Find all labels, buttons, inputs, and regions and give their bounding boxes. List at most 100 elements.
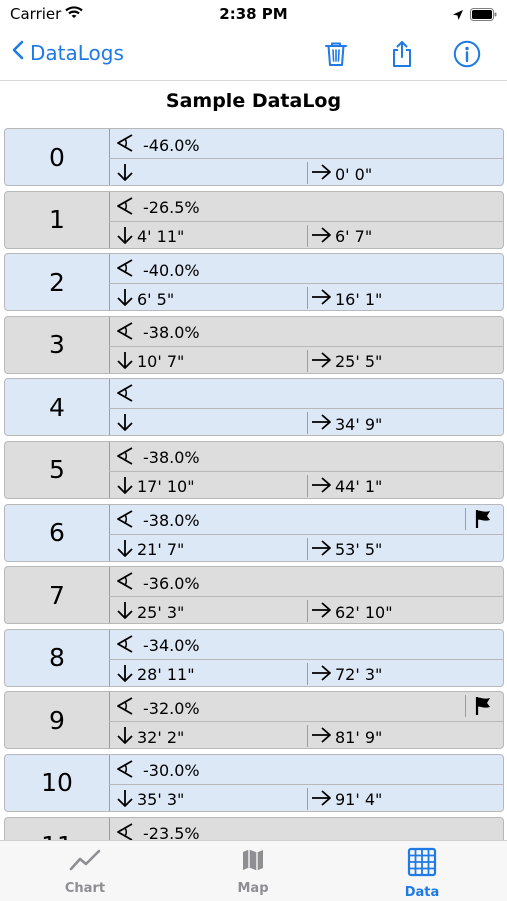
row-index: 1 (5, 191, 110, 248)
row-divider-vertical (307, 537, 308, 560)
datalog-row-4[interactable]: 4 34' 9" (4, 378, 504, 437)
arrow-right-icon (310, 538, 335, 562)
row-index: 4 (5, 379, 110, 436)
distance-value: 16' 1" (335, 289, 383, 309)
row-index: 0 (5, 129, 110, 185)
arrow-down-icon (115, 725, 137, 749)
angle-value: -46.0% (143, 135, 200, 155)
distance-reading: 72' 3" (310, 663, 382, 687)
row-divider-horizontal (109, 533, 503, 535)
distance-reading: 62' 10" (310, 600, 393, 624)
row-divider-horizontal (109, 408, 503, 410)
distance-value: 91' 4" (335, 790, 383, 810)
tab-data[interactable]: Data (377, 847, 467, 900)
tab-chart[interactable]: Chart (40, 847, 130, 896)
arrow-down-icon (115, 538, 137, 562)
drop-reading: 4' 11" (115, 225, 184, 249)
grid-table-icon (407, 847, 437, 881)
arrow-down-icon (115, 350, 137, 374)
back-button-label: DataLogs (30, 40, 124, 65)
drop-reading: 35' 3" (115, 788, 184, 812)
carrier-label: Carrier (10, 5, 62, 23)
tab-bar: Chart Map Data (0, 840, 507, 901)
angle-value: -26.5% (143, 198, 200, 218)
angle-reading: -38.0% (115, 321, 200, 345)
tab-map[interactable]: Map (208, 847, 298, 896)
angle-icon (115, 133, 143, 157)
drop-value: 10' 7" (137, 352, 185, 372)
angle-icon (115, 196, 143, 220)
row-divider-horizontal (109, 721, 503, 723)
angle-reading: -38.0% (115, 446, 200, 470)
battery-icon (470, 6, 497, 25)
datalog-row-0[interactable]: 0 -46.0% 0' 0" (4, 128, 504, 186)
drop-reading: 10' 7" (115, 350, 184, 374)
back-button[interactable]: DataLogs (12, 40, 124, 65)
datalog-row-11[interactable]: 11 -23.5% (4, 816, 504, 840)
datalog-row-5[interactable]: 5 -38.0% 17' 10" 44' 1" (4, 440, 504, 499)
flag-icon[interactable] (474, 509, 492, 533)
line-chart-icon (69, 847, 101, 877)
row-divider-vertical (307, 662, 308, 685)
row-index: 2 (5, 254, 110, 311)
status-bar: Carrier 2:38 PM (0, 0, 507, 30)
distance-value: 72' 3" (335, 665, 383, 685)
arrow-right-icon (310, 287, 335, 311)
angle-icon (115, 696, 143, 720)
distance-reading: 16' 1" (310, 287, 382, 311)
row-divider-horizontal (109, 470, 503, 472)
angle-reading (115, 383, 143, 407)
location-arrow-icon (452, 6, 464, 25)
share-icon[interactable] (386, 38, 418, 70)
drop-reading: 21' 7" (115, 538, 184, 562)
map-icon (240, 847, 266, 877)
datalog-row-2[interactable]: 2 -40.0% 6' 5" 16' 1" (4, 253, 504, 312)
datalog-row-6[interactable]: 6 -38.0% 21' 7" 53' 5" (4, 503, 504, 562)
arrow-down-icon (115, 412, 137, 436)
chevron-left-icon (12, 40, 30, 65)
drop-value: 35' 3" (137, 790, 185, 810)
angle-icon (115, 258, 143, 282)
drop-reading: 17' 10" (115, 475, 195, 499)
angle-icon (115, 509, 143, 533)
row-index: 9 (5, 692, 110, 749)
angle-icon (115, 383, 143, 407)
flag-icon[interactable] (474, 696, 492, 720)
distance-reading: 53' 5" (310, 538, 382, 562)
flag-divider (465, 507, 466, 530)
arrow-down-icon (115, 287, 137, 311)
angle-icon (115, 321, 143, 345)
row-divider-vertical (307, 412, 308, 435)
drop-value: 4' 11" (137, 227, 185, 247)
distance-value: 44' 1" (335, 477, 383, 497)
row-divider-horizontal (109, 220, 503, 222)
datalog-row-10[interactable]: 10 -30.0% 35' 3" 91' 4" (4, 753, 504, 812)
drop-value: 21' 7" (137, 540, 185, 560)
angle-icon (115, 571, 143, 595)
status-indicators (452, 6, 497, 25)
angle-icon (115, 634, 143, 658)
trash-icon[interactable] (320, 38, 352, 70)
datalog-row-3[interactable]: 3 -38.0% 10' 7" 25' 5" (4, 315, 504, 374)
arrow-right-icon (310, 725, 335, 749)
angle-value: -32.0% (143, 698, 200, 718)
arrow-down-icon (115, 475, 137, 499)
angle-reading: -26.5% (115, 196, 200, 220)
angle-value: -34.0% (143, 636, 200, 656)
datalog-row-1[interactable]: 1 -26.5% 4' 11" 6' 7" (4, 190, 504, 249)
arrow-down-icon (115, 788, 137, 812)
arrow-right-icon (310, 412, 335, 436)
drop-value: 25' 3" (137, 602, 185, 622)
distance-reading: 91' 4" (310, 788, 382, 812)
info-icon[interactable] (451, 38, 483, 70)
carrier-indicator: Carrier (10, 5, 84, 23)
angle-reading: -30.0% (115, 759, 200, 783)
distance-value: 62' 10" (335, 602, 393, 622)
angle-value: -40.0% (143, 260, 200, 280)
angle-value: -23.5% (143, 824, 200, 840)
datalog-list[interactable]: 0 -46.0% 0' 0" 1 -26.5% 4' 11" 6' 7" 2 -… (4, 128, 504, 840)
datalog-row-8[interactable]: 8 -34.0% 28' 11" 72' 3" (4, 628, 504, 687)
datalog-row-9[interactable]: 9 -32.0% 32' 2" 81' 9" (4, 691, 504, 750)
datalog-row-7[interactable]: 7 -36.0% 25' 3" 62' 10" (4, 566, 504, 625)
row-index: 7 (5, 567, 110, 624)
